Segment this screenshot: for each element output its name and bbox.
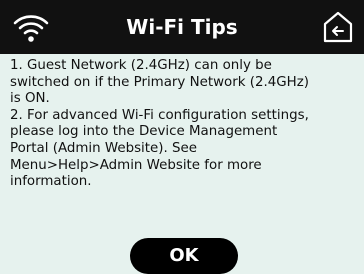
wifi-tips-screen: Wi-Fi Tips 1. Guest Network (2.4GHz) can… bbox=[0, 0, 364, 274]
tip-line: 2. For advanced Wi-Fi configuration sett… bbox=[10, 107, 309, 123]
home-back-icon[interactable] bbox=[322, 10, 354, 44]
tip-line: 1. Guest Network (2.4GHz) can only be bbox=[10, 58, 272, 73]
page-title: Wi-Fi Tips bbox=[126, 15, 238, 39]
title-bar: Wi-Fi Tips bbox=[0, 0, 364, 54]
tip-line: is ON. bbox=[10, 91, 50, 107]
tip-line: Portal (Admin Website). See bbox=[10, 140, 197, 156]
tip-line: please log into the Device Management bbox=[10, 124, 278, 140]
tip-line: information. bbox=[10, 174, 92, 190]
tip-line: Menu>Help>Admin Website for more bbox=[10, 157, 262, 173]
tips-text: 1. Guest Network (2.4GHz) can only be sw… bbox=[10, 58, 360, 191]
ok-button[interactable]: OK bbox=[130, 238, 238, 274]
tip-line: switched on if the Primary Network (2.4G… bbox=[10, 74, 309, 90]
